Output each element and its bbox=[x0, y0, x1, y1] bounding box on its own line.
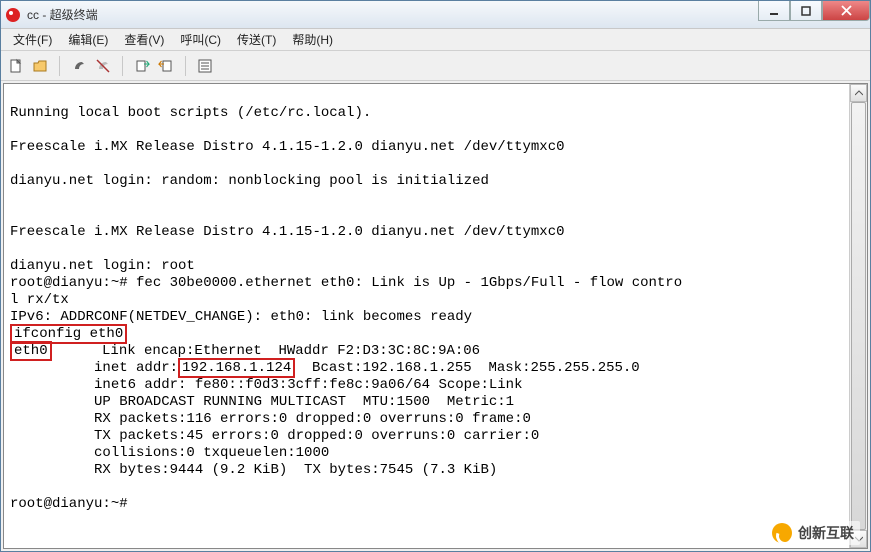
watermark-logo-icon bbox=[772, 523, 792, 543]
window-title: cc - 超级终端 bbox=[27, 6, 866, 23]
terminal-container: Running local boot scripts (/etc/rc.loca… bbox=[1, 81, 870, 551]
maximize-button[interactable] bbox=[790, 1, 822, 21]
new-file-icon bbox=[8, 58, 24, 74]
connect-button[interactable] bbox=[70, 57, 88, 75]
terminal-prompt: root@dianyu:~# bbox=[10, 496, 136, 512]
menu-view[interactable]: 查看(V) bbox=[116, 29, 172, 50]
properties-icon bbox=[197, 58, 213, 74]
terminal-line: root@dianyu:~# fec 30be0000.ethernet eth… bbox=[10, 275, 682, 291]
call-disconnect-icon bbox=[95, 58, 111, 74]
send-icon bbox=[134, 58, 150, 74]
window-controls bbox=[758, 1, 870, 21]
terminal-line: TX packets:45 errors:0 dropped:0 overrun… bbox=[10, 428, 539, 444]
scrollbar-track[interactable] bbox=[850, 102, 867, 530]
terminal-line: UP BROADCAST RUNNING MULTICAST MTU:1500 … bbox=[10, 394, 514, 410]
menu-edit[interactable]: 编辑(E) bbox=[60, 29, 116, 50]
terminal-line-inet-pre: inet addr: bbox=[10, 360, 178, 376]
terminal[interactable]: Running local boot scripts (/etc/rc.loca… bbox=[3, 83, 868, 549]
terminal-line: l rx/tx bbox=[10, 292, 69, 308]
terminal-line: IPv6: ADDRCONF(NETDEV_CHANGE): eth0: lin… bbox=[10, 309, 472, 325]
terminal-line: Freescale i.MX Release Distro 4.1.15-1.2… bbox=[10, 224, 565, 240]
titlebar[interactable]: cc - 超级终端 bbox=[1, 1, 870, 29]
menubar: 文件(F) 编辑(E) 查看(V) 呼叫(C) 传送(T) 帮助(H) bbox=[1, 29, 870, 51]
receive-button[interactable] bbox=[157, 57, 175, 75]
toolbar-separator bbox=[59, 56, 60, 76]
terminal-line: inet6 addr: fe80::f0d3:3cff:fe8c:9a06/64… bbox=[10, 377, 522, 393]
scroll-up-button[interactable] bbox=[850, 84, 867, 102]
open-folder-icon bbox=[32, 58, 48, 74]
terminal-line: dianyu.net login: root bbox=[10, 258, 195, 274]
send-button[interactable] bbox=[133, 57, 151, 75]
terminal-line: dianyu.net login: random: nonblocking po… bbox=[10, 173, 489, 189]
highlight-eth0: eth0 bbox=[10, 341, 52, 361]
vertical-scrollbar[interactable] bbox=[849, 84, 867, 548]
receive-icon bbox=[158, 58, 174, 74]
menu-transfer[interactable]: 传送(T) bbox=[229, 29, 284, 50]
maximize-icon bbox=[801, 6, 811, 16]
properties-button[interactable] bbox=[196, 57, 214, 75]
disconnect-button[interactable] bbox=[94, 57, 112, 75]
close-icon bbox=[841, 5, 852, 16]
menu-help[interactable]: 帮助(H) bbox=[284, 29, 341, 50]
minimize-icon bbox=[769, 6, 779, 16]
new-file-button[interactable] bbox=[7, 57, 25, 75]
open-button[interactable] bbox=[31, 57, 49, 75]
app-icon bbox=[5, 7, 21, 23]
watermark: 创新互联 bbox=[766, 521, 860, 545]
menu-call[interactable]: 呼叫(C) bbox=[172, 29, 229, 50]
highlight-ip-address: 192.168.1.124 bbox=[178, 358, 295, 378]
terminal-line: Running local boot scripts (/etc/rc.loca… bbox=[10, 105, 371, 121]
close-button[interactable] bbox=[822, 1, 870, 21]
terminal-line: collisions:0 txqueuelen:1000 bbox=[10, 445, 329, 461]
terminal-line: Freescale i.MX Release Distro 4.1.15-1.2… bbox=[10, 139, 565, 155]
terminal-output: Running local boot scripts (/etc/rc.loca… bbox=[4, 84, 867, 517]
watermark-text: 创新互联 bbox=[798, 523, 854, 543]
terminal-line: RX packets:116 errors:0 dropped:0 overru… bbox=[10, 411, 531, 427]
terminal-line: RX bytes:9444 (9.2 KiB) TX bytes:7545 (7… bbox=[10, 462, 497, 478]
minimize-button[interactable] bbox=[758, 1, 790, 21]
terminal-line-inet-post: Bcast:192.168.1.255 Mask:255.255.255.0 bbox=[295, 360, 639, 376]
chevron-up-icon bbox=[855, 90, 863, 96]
toolbar-separator bbox=[185, 56, 186, 76]
menu-file[interactable]: 文件(F) bbox=[5, 29, 60, 50]
call-connect-icon bbox=[71, 58, 87, 74]
toolbar-separator bbox=[122, 56, 123, 76]
app-window: cc - 超级终端 文件(F) 编辑(E) 查看(V) 呼叫(C) 传送(T) … bbox=[0, 0, 871, 552]
scrollbar-thumb[interactable] bbox=[851, 102, 866, 530]
toolbar bbox=[1, 51, 870, 81]
terminal-line: Link encap:Ethernet HWaddr F2:D3:3C:8C:9… bbox=[52, 343, 480, 359]
